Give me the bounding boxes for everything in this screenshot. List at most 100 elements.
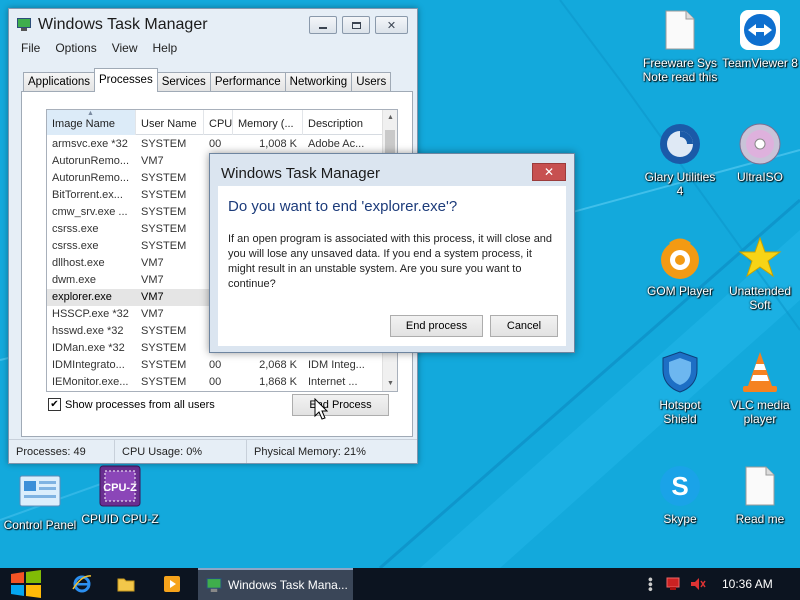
table-cell: IDM Integ... xyxy=(308,359,365,371)
checkmark-icon: ✔ xyxy=(50,398,59,410)
column-header-description[interactable]: Description xyxy=(303,110,383,135)
desktop-icon-cpuz[interactable]: CPU-Z CPUID CPU-Z xyxy=(78,464,162,526)
desktop-icon-label: TeamViewer 8 xyxy=(722,56,798,70)
table-cell: SYSTEM xyxy=(141,138,187,150)
sort-up-icon: ▲ xyxy=(87,110,94,117)
desktop-icon-hotspot-shield[interactable]: Hotspot Shield xyxy=(638,350,722,426)
scroll-down-icon[interactable]: ▼ xyxy=(383,380,397,387)
scroll-up-icon[interactable]: ▲ xyxy=(383,114,397,121)
status-cpu-usage: CPU Usage: 0% xyxy=(115,440,247,463)
tab-performance[interactable]: Performance xyxy=(209,72,286,92)
title-bar[interactable]: Windows Task Manager ✕ xyxy=(9,9,417,39)
desktop-icon-unattended-soft[interactable]: Unattended Soft xyxy=(718,236,800,312)
table-cell: SYSTEM xyxy=(141,223,187,235)
windows-logo-icon xyxy=(11,570,41,598)
table-cell: VM7 xyxy=(141,257,164,269)
end-process-dialog[interactable]: Windows Task Manager ✕ Do you want to en… xyxy=(209,153,575,353)
tab-applications[interactable]: Applications xyxy=(23,72,96,92)
table-cell: SYSTEM xyxy=(141,189,187,201)
desktop-icon-vlc[interactable]: VLC media player xyxy=(718,350,800,426)
table-row[interactable]: IDMIntegrato... SYSTEM 00 2,068 K IDM Integ.… xyxy=(47,357,383,374)
tray-overflow[interactable]: ••• xyxy=(643,568,659,600)
teamviewer-icon xyxy=(738,8,782,52)
table-row[interactable]: IEMonitor.exe... SYSTEM 00 1,868 K Internet … xyxy=(47,374,383,391)
desktop-icon-teamviewer[interactable]: TeamViewer 8 xyxy=(718,8,800,70)
show-all-processes-option[interactable]: ✔ Show processes from all users xyxy=(48,398,215,411)
end-process-button[interactable]: End Process xyxy=(292,394,389,416)
tab-strip: Applications Processes Services Performa… xyxy=(23,68,392,92)
table-cell: explorer.exe xyxy=(52,291,112,303)
show-all-processes-checkbox[interactable]: ✔ xyxy=(48,398,61,411)
menu-help[interactable]: Help xyxy=(153,41,178,59)
tray-volume[interactable] xyxy=(688,568,708,600)
maximize-button[interactable] xyxy=(342,16,370,34)
table-cell: SYSTEM xyxy=(141,376,187,388)
start-button[interactable] xyxy=(8,568,44,600)
dialog-message: If an open program is associated with th… xyxy=(228,233,553,290)
taskbar-internet-explorer[interactable] xyxy=(68,568,96,600)
menu-file[interactable]: File xyxy=(21,41,40,59)
table-cell: SYSTEM xyxy=(141,206,187,218)
cpuz-icon: CPU-Z xyxy=(98,464,142,508)
tab-services[interactable]: Services xyxy=(156,72,211,92)
media-player-icon xyxy=(164,576,180,592)
table-cell: csrss.exe xyxy=(52,223,99,235)
desktop-icon-label: Control Panel xyxy=(3,518,77,532)
dialog-title: Windows Task Manager xyxy=(221,165,380,182)
menu-view[interactable]: View xyxy=(112,41,138,59)
desktop-icon-label: UltraISO xyxy=(736,170,783,184)
taskbar-media-player[interactable] xyxy=(158,568,186,600)
taskbar-file-explorer[interactable] xyxy=(112,568,140,600)
menu-options[interactable]: Options xyxy=(55,41,96,59)
show-all-processes-label: Show processes from all users xyxy=(65,398,215,411)
disc-icon xyxy=(738,122,782,166)
table-cell: Adobe Ac... xyxy=(308,138,365,150)
glary-utilities-icon xyxy=(658,122,702,166)
tab-users[interactable]: Users xyxy=(351,72,392,92)
svg-text:CPU-Z: CPU-Z xyxy=(103,482,137,494)
desktop-icon-gom-player[interactable]: GOM Player xyxy=(638,236,722,298)
table-cell: 00 xyxy=(209,359,222,371)
task-manager-icon xyxy=(17,18,31,31)
desktop-icon-ultraiso[interactable]: UltraISO xyxy=(718,122,800,184)
table-cell: HSSCP.exe *32 xyxy=(52,308,129,320)
desktop-icon-control-panel[interactable]: Control Panel xyxy=(0,470,82,532)
dialog-close-button[interactable]: ✕ xyxy=(532,163,566,181)
close-button[interactable]: ✕ xyxy=(375,16,408,34)
confirm-end-process-button[interactable]: End process xyxy=(390,315,483,337)
desktop-icon-read-me[interactable]: Read me xyxy=(718,464,800,526)
desktop-icon-label: Freeware Sys Note read this xyxy=(642,56,718,84)
minimize-icon xyxy=(319,27,327,29)
tab-processes[interactable]: Processes xyxy=(94,68,158,92)
desktop-icon-glary-utilities[interactable]: Glary Utilities 4 xyxy=(638,122,722,198)
table-row[interactable]: armsvc.exe *32 SYSTEM 00 1,008 K Adobe Ac... xyxy=(47,136,383,153)
desktop-icon-label: Read me xyxy=(735,512,785,526)
desktop-icon-label: Hotspot Shield xyxy=(659,398,701,426)
control-panel-icon xyxy=(18,470,62,514)
table-cell: IDMIntegrato... xyxy=(52,359,125,371)
table-cell: hsswd.exe *32 xyxy=(52,325,124,337)
tray-network[interactable] xyxy=(664,568,684,600)
column-header-image-name[interactable]: ▲ Image Name xyxy=(47,110,136,135)
mouse-cursor-icon xyxy=(314,398,328,420)
desktop-icon-label: Skype xyxy=(663,512,697,526)
menu-bar: File Options View Help xyxy=(21,41,177,59)
table-cell: SYSTEM xyxy=(141,342,187,354)
vertical-dots-icon: ••• xyxy=(643,576,659,592)
taskbar-task-manager[interactable]: Windows Task Mana... xyxy=(198,568,353,600)
volume-muted-icon xyxy=(691,578,706,590)
column-header-cpu[interactable]: CPU xyxy=(204,110,233,135)
tab-networking[interactable]: Networking xyxy=(284,72,353,92)
desktop-icon-freeware-sys-note[interactable]: Freeware Sys Note read this xyxy=(638,8,722,84)
column-header-memory[interactable]: Memory (... xyxy=(233,110,303,135)
taskbar-clock[interactable]: 10:36 AM xyxy=(722,577,773,591)
desktop-icon-label: CPUID CPU-Z xyxy=(81,512,159,526)
column-header-user-name[interactable]: User Name xyxy=(136,110,204,135)
star-icon xyxy=(738,236,782,280)
desktop-icon-skype[interactable]: S Skype xyxy=(638,464,722,526)
status-physical-memory: Physical Memory: 21% xyxy=(254,446,366,458)
minimize-button[interactable] xyxy=(309,16,337,34)
table-cell: IDMan.exe *32 xyxy=(52,342,125,354)
cancel-button[interactable]: Cancel xyxy=(490,315,558,337)
close-icon: ✕ xyxy=(386,19,397,32)
